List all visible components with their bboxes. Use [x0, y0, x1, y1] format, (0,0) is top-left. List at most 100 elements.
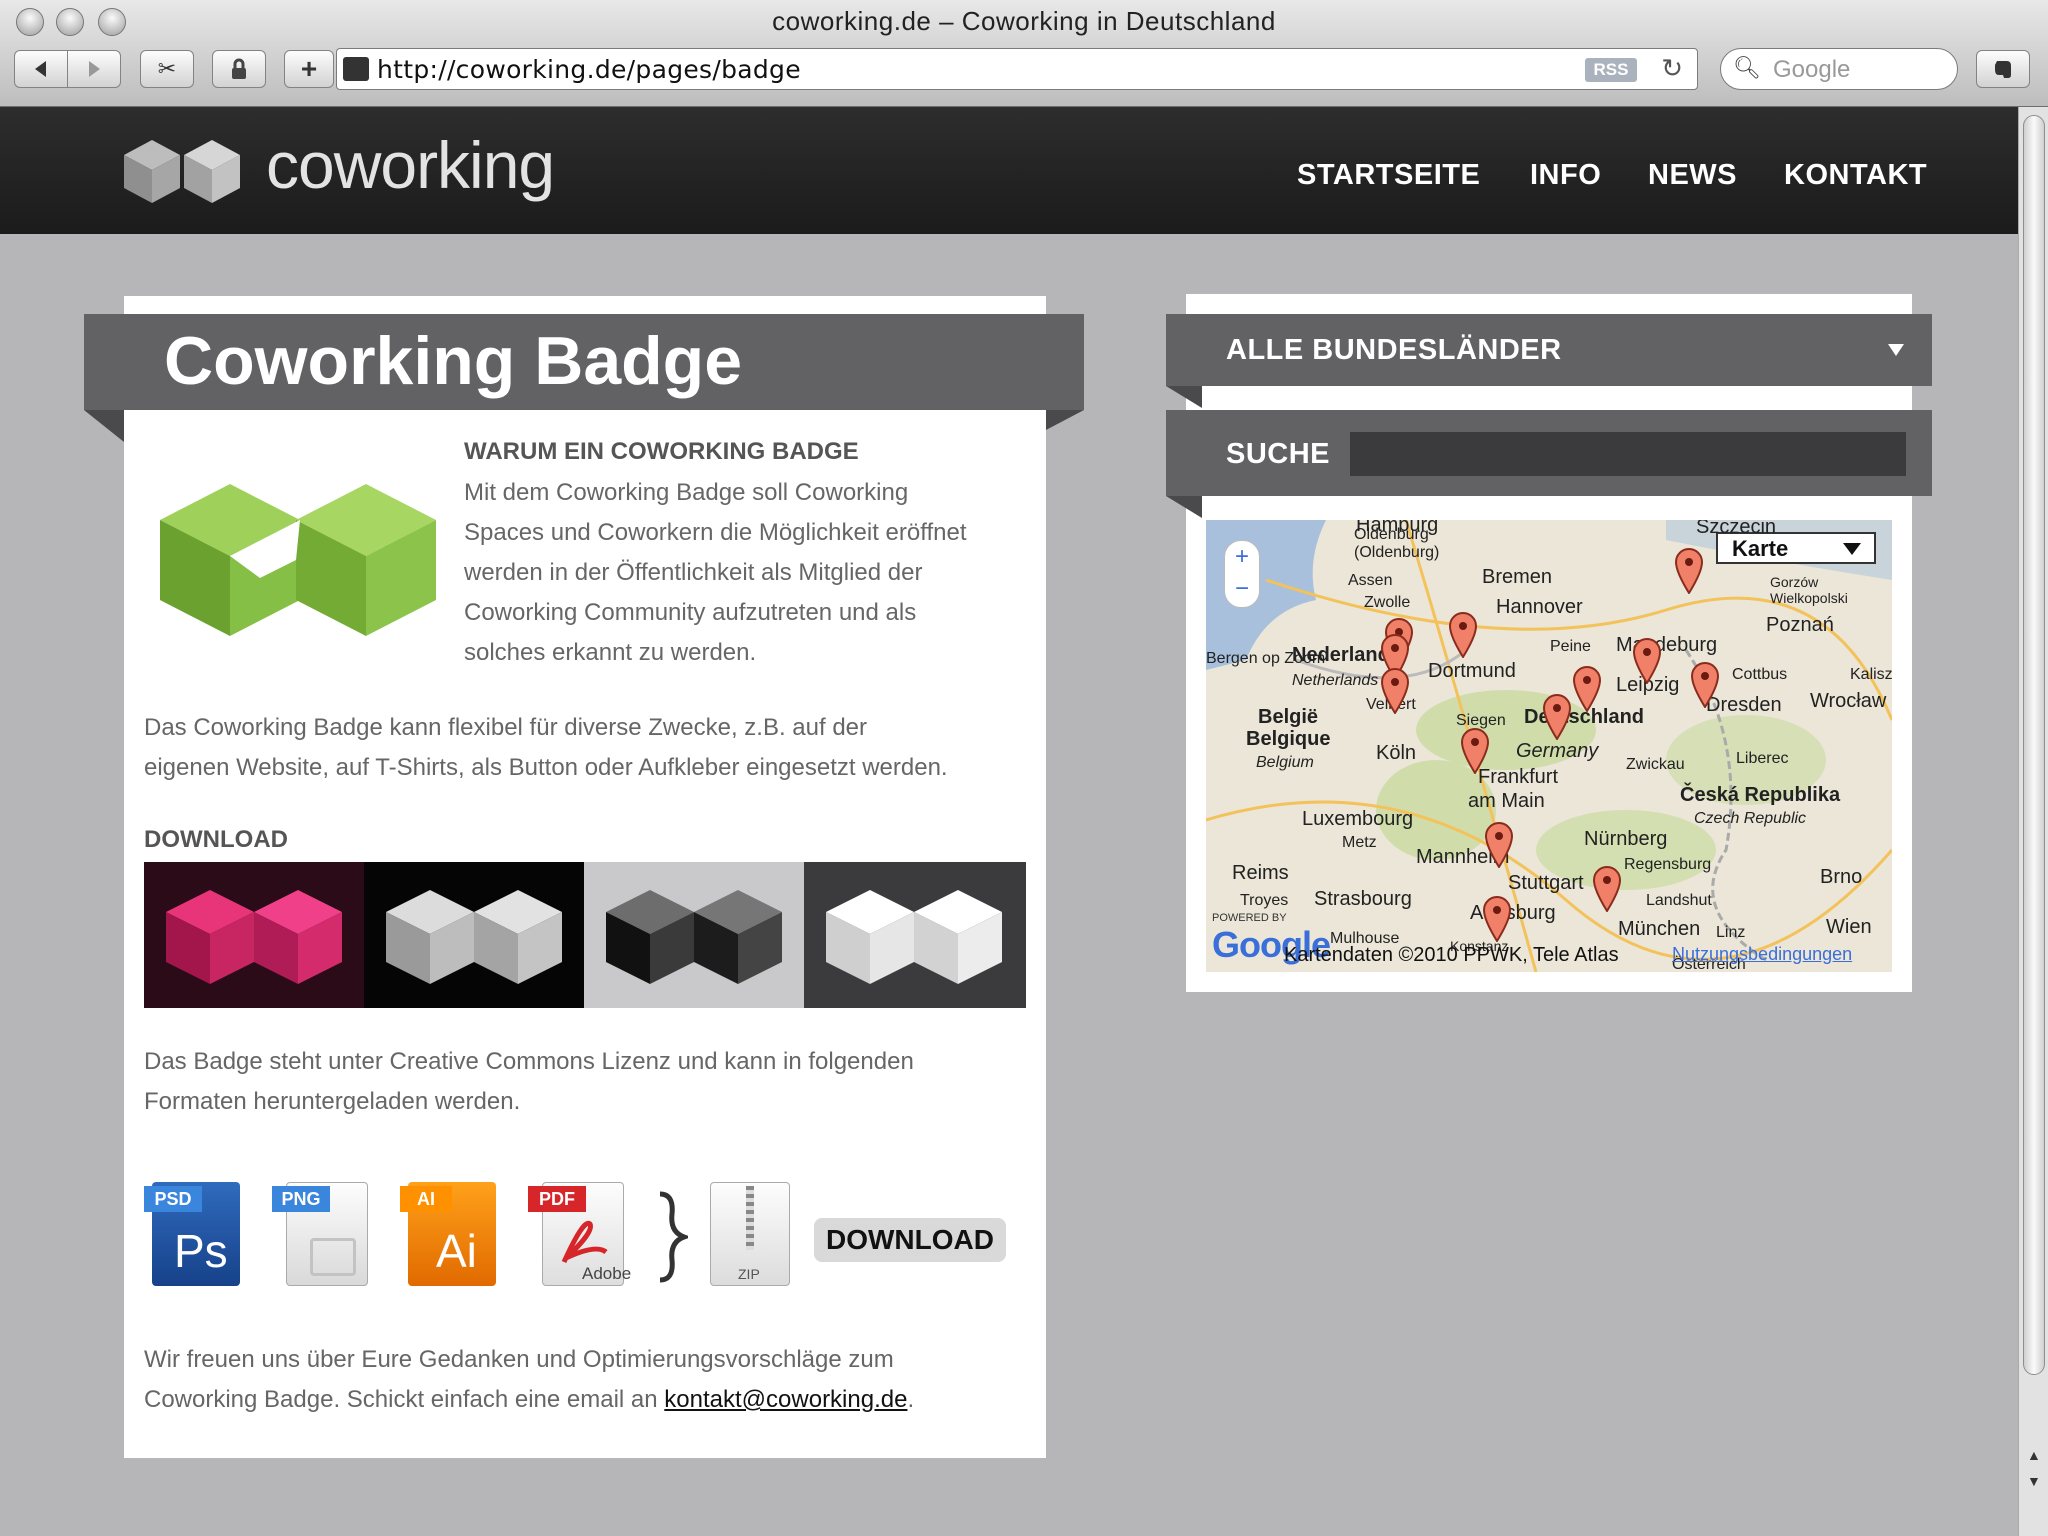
pink-badge-icon: [166, 890, 342, 984]
region-select-label[interactable]: ALLE BUNDESLÄNDER: [1226, 334, 1562, 367]
rss-button[interactable]: RSS: [1585, 58, 1637, 82]
map-label: Liberec: [1736, 750, 1789, 767]
page-scrollbar[interactable]: ▲ ▼: [2018, 107, 2048, 1536]
address-bar[interactable]: http://coworking.de/pages/badge RSS ↻: [336, 48, 1698, 90]
map-label: (Oldenburg): [1354, 544, 1440, 561]
map-label: Germany: [1516, 740, 1599, 762]
why-line: solches erkannt zu werden.: [464, 639, 757, 666]
zoom-in-icon[interactable]: +: [1225, 541, 1259, 573]
map-marker[interactable]: [1540, 692, 1574, 740]
map-label: Wien: [1826, 916, 1872, 938]
pdf-file-icon[interactable]: PDF Adobe: [528, 1182, 632, 1288]
zip-file-icon[interactable]: ZIP: [708, 1182, 808, 1288]
forward-button[interactable]: [67, 50, 121, 88]
logo-text[interactable]: coworking: [266, 127, 555, 203]
map-label: Szczecin: [1696, 520, 1777, 538]
map-label: Poznań: [1766, 614, 1834, 636]
map-label: Troyes: [1240, 892, 1289, 909]
email-link[interactable]: kontakt@coworking.de: [664, 1386, 907, 1413]
evernote-button[interactable]: [1976, 50, 2030, 88]
why-line: werden in der Öffentlichkeit als Mitglie…: [464, 559, 923, 586]
map-marker[interactable]: [1482, 820, 1516, 868]
map-label: Nürnberg: [1584, 828, 1668, 850]
secure-button[interactable]: [212, 50, 266, 88]
adobe-wordmark: Adobe: [582, 1264, 632, 1283]
scrollbar-thumb[interactable]: [2023, 115, 2045, 1375]
png-file-icon[interactable]: PNG: [272, 1182, 372, 1288]
map-marker[interactable]: [1590, 864, 1624, 912]
map-label: Landshut: [1646, 892, 1712, 909]
ai-tag: AI: [400, 1186, 452, 1212]
white-on-dark-badge-icon: [826, 890, 1002, 984]
ai-file-icon[interactable]: AI Ai: [400, 1182, 500, 1288]
nav-kontakt[interactable]: KONTAKT: [1784, 159, 1927, 192]
map-label: België: [1258, 706, 1319, 728]
psd-glyph: Ps: [174, 1225, 228, 1277]
map-label: Regensburg: [1624, 856, 1712, 873]
nav-startseite[interactable]: STARTSEITE: [1297, 159, 1480, 192]
download-button[interactable]: DOWNLOAD: [814, 1218, 1006, 1262]
pdf-tag: PDF: [528, 1186, 586, 1212]
ai-glyph: Ai: [436, 1225, 477, 1277]
map-label: Assen: [1348, 572, 1393, 589]
add-bookmark-button[interactable]: +: [284, 50, 334, 88]
map-zoom-control[interactable]: + −: [1224, 540, 1260, 608]
ribbon-fold: [84, 410, 124, 442]
download-heading: DOWNLOAD: [144, 826, 288, 853]
map-type-arrow-icon: [1843, 543, 1861, 555]
map-marker[interactable]: [1480, 894, 1514, 942]
scroll-up-icon[interactable]: ▲: [2027, 1447, 2041, 1463]
map-marker[interactable]: [1446, 610, 1480, 658]
zip-label: ZIP: [738, 1266, 760, 1282]
nav-info[interactable]: INFO: [1530, 159, 1601, 192]
why-heading: WARUM EIN COWORKING BADGE: [464, 438, 859, 465]
feedback-line: Wir freuen uns über Eure Gedanken und Op…: [144, 1346, 894, 1373]
license-line: Formaten heruntergeladen werden.: [144, 1088, 521, 1115]
badge-swatch-black[interactable]: [364, 862, 584, 1008]
zoom-out-icon[interactable]: −: [1225, 573, 1259, 605]
sidebar-search-input[interactable]: [1350, 432, 1906, 476]
badge-swatch-pink[interactable]: [144, 862, 364, 1008]
grey-on-black-badge-icon: [386, 890, 562, 984]
why-text: Mit dem Coworking Badge soll Coworking S…: [464, 473, 967, 673]
map-label: Gorzów Wielkopolski: [1770, 574, 1848, 606]
map-marker[interactable]: [1458, 726, 1492, 774]
site-favicon-icon: [343, 57, 369, 81]
map-label: Czech Republic: [1694, 810, 1807, 827]
dropdown-arrow-icon[interactable]: [1886, 342, 1906, 358]
flex-line: Das Coworking Badge kann flexibel für di…: [144, 714, 868, 741]
reload-icon[interactable]: ↻: [1661, 53, 1683, 84]
map-label: Zwickau: [1626, 756, 1685, 773]
browser-search-input[interactable]: 🔍︎ Google: [1720, 48, 1958, 90]
map-label: Metz: [1342, 834, 1377, 851]
map-label: Netherlands: [1292, 672, 1379, 689]
scroll-down-icon[interactable]: ▼: [2027, 1473, 2041, 1489]
map-marker[interactable]: [1672, 546, 1706, 594]
nav-news[interactable]: NEWS: [1648, 159, 1737, 192]
map-view[interactable]: + − Karte Hamburg Szczecin Oldenburg (Ol…: [1206, 520, 1892, 972]
search-placeholder: Google: [1773, 56, 1851, 83]
map-marker[interactable]: [1378, 666, 1412, 714]
map-marker[interactable]: [1688, 660, 1722, 708]
acrobat-glyph-icon: [561, 1220, 608, 1264]
psd-file-icon[interactable]: PSD Ps: [144, 1182, 244, 1288]
map-terms-link[interactable]: Nutzungsbedingungen: [1672, 944, 1852, 965]
snip-button[interactable]: ✂: [140, 50, 194, 88]
elephant-icon: [1995, 61, 2011, 78]
map-marker[interactable]: [1570, 664, 1604, 712]
curly-brace-icon: [659, 1191, 688, 1283]
feedback-line-2: Coworking Badge. Schickt einfach eine em…: [144, 1380, 914, 1420]
map-marker[interactable]: [1630, 636, 1664, 684]
dark-on-light-badge-icon: [606, 890, 782, 984]
why-line: Spaces und Coworkern die Möglichkeit erö…: [464, 519, 967, 546]
map-label: Dortmund: [1428, 660, 1516, 682]
url-text[interactable]: http://coworking.de/pages/badge: [377, 55, 801, 84]
coworking-logo-icon: [124, 140, 240, 203]
license-text: Das Badge steht unter Creative Commons L…: [144, 1042, 914, 1122]
forward-arrow-icon: [89, 61, 100, 77]
png-tag: PNG: [272, 1186, 330, 1212]
badge-swatch-light[interactable]: [584, 862, 804, 1008]
region-ribbon-fold: [1166, 386, 1202, 408]
back-button[interactable]: [14, 50, 68, 88]
badge-swatch-dark[interactable]: [804, 862, 1026, 1008]
